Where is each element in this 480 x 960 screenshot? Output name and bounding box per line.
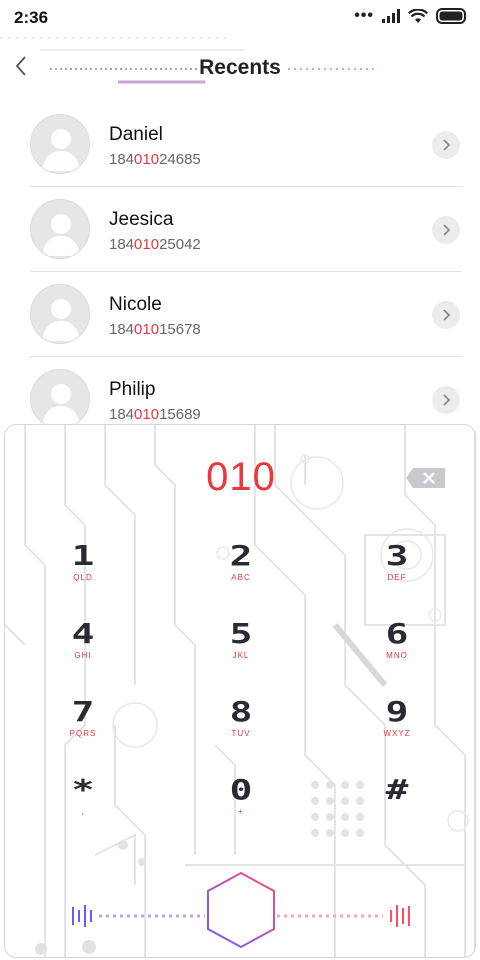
contact-row[interactable]: Daniel 18401024685 xyxy=(0,102,480,187)
voice-dial-button[interactable] xyxy=(205,871,277,949)
status-time: 2:36 xyxy=(14,8,49,27)
dial-key-hash[interactable]: # xyxy=(357,775,437,835)
avatar xyxy=(30,284,90,344)
person-icon xyxy=(42,299,80,341)
dial-key-9[interactable]: 9 WXYZ xyxy=(357,697,437,757)
chevron-right-icon xyxy=(443,309,451,321)
backspace-icon[interactable] xyxy=(405,467,449,489)
chevron-right-icon xyxy=(443,139,451,151)
notification-dots-icon: ••• xyxy=(354,7,374,24)
dial-key-4[interactable]: 4 GHI xyxy=(43,619,123,679)
contact-number: 18401024685 xyxy=(109,151,201,168)
dial-key-8[interactable]: 8 TUV xyxy=(201,697,281,757)
avatar xyxy=(30,199,90,259)
dial-key-2[interactable]: 2 ABC xyxy=(201,541,281,601)
dial-key-star[interactable]: *, xyxy=(43,775,123,835)
contact-row[interactable]: Jeesica 18401025042 xyxy=(0,187,480,272)
dial-key-5[interactable]: 5 JKL xyxy=(201,619,281,679)
contact-details-button[interactable] xyxy=(432,301,460,329)
contact-number: 18401015689 xyxy=(109,406,201,423)
contact-number: 18401015678 xyxy=(109,321,201,338)
contact-details-button[interactable] xyxy=(432,131,460,159)
contact-details-button[interactable] xyxy=(432,216,460,244)
contact-number: 18401025042 xyxy=(109,236,201,253)
contact-details-button[interactable] xyxy=(432,386,460,414)
wifi-icon xyxy=(408,8,428,23)
contact-name: Jeesica xyxy=(109,209,174,230)
contact-name: Nicole xyxy=(109,294,162,315)
dial-key-7[interactable]: 7 PQRS xyxy=(43,697,123,757)
chevron-right-icon xyxy=(443,394,451,406)
status-bar: 2:36 ••• xyxy=(0,0,480,36)
status-icons: ••• xyxy=(354,7,468,25)
page-title: Recents xyxy=(199,56,281,79)
person-icon xyxy=(42,129,80,171)
header: Recents xyxy=(0,36,480,92)
dial-key-3[interactable]: 3 DEF xyxy=(357,541,437,601)
signal-icon xyxy=(382,9,400,23)
dial-key-6[interactable]: 6 MNO xyxy=(357,619,437,679)
contact-name: Philip xyxy=(109,379,156,400)
dial-key-0[interactable]: 0 + xyxy=(201,775,281,835)
avatar xyxy=(30,114,90,174)
dial-key-1[interactable]: 1 QLD xyxy=(43,541,123,601)
person-icon xyxy=(42,384,80,426)
person-icon xyxy=(42,214,80,256)
avatar xyxy=(30,369,90,429)
contact-name: Daniel xyxy=(109,124,163,145)
contact-row[interactable]: Nicole 18401015678 xyxy=(0,272,480,357)
dialpad-panel: 010 1 QLD 2 ABC 3 DEF 4 GHI 5 JKL 6 MNO 7 PQRS … xyxy=(4,424,476,958)
chevron-right-icon xyxy=(443,224,451,236)
recents-list: Daniel 18401024685 Jeesica 18401025042 N… xyxy=(0,102,480,442)
battery-icon xyxy=(436,8,466,24)
